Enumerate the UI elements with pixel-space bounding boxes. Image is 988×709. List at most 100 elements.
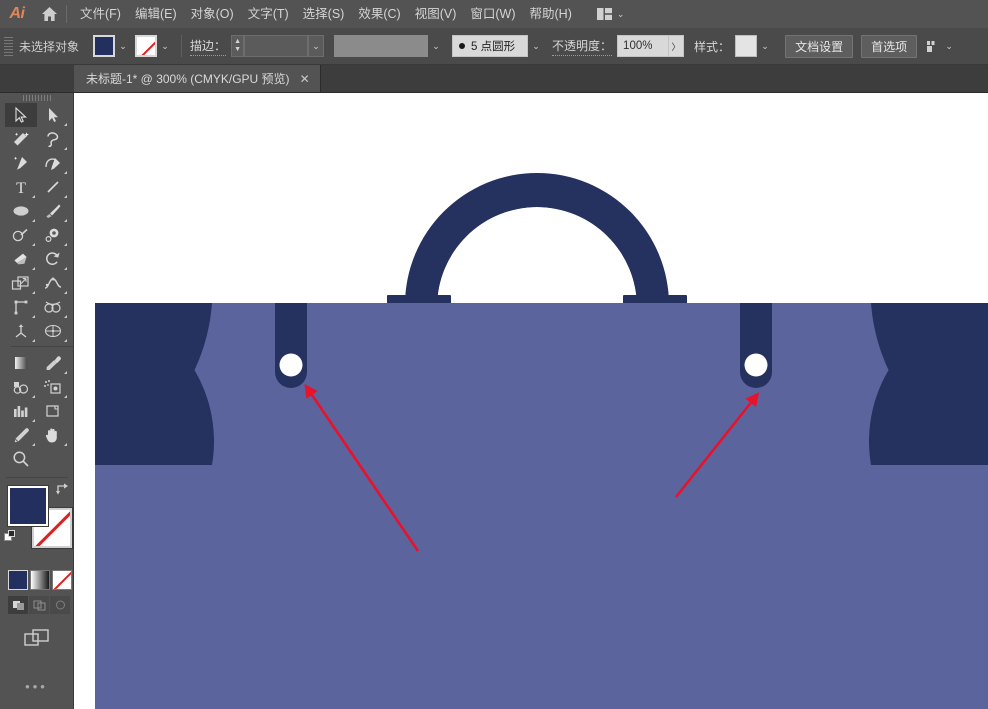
gradient-tool[interactable] — [5, 351, 37, 375]
slice-tool[interactable] — [5, 423, 37, 447]
tool-group-corner-icon — [64, 123, 67, 126]
menu-edit[interactable]: 编辑(E) — [128, 2, 184, 26]
none-mode-button[interactable] — [52, 570, 72, 590]
scale-tool[interactable] — [5, 271, 37, 295]
brush-chevron-down-icon[interactable]: ⌄ — [528, 35, 544, 57]
control-bar-gripper[interactable] — [4, 35, 13, 57]
tools-divider-bottom — [6, 477, 68, 478]
preferences-button[interactable]: 首选项 — [861, 34, 918, 58]
tool-group-corner-icon — [64, 147, 67, 150]
brush-dot-icon — [459, 43, 466, 49]
tool-group-corner-icon — [64, 315, 67, 318]
bag-body — [95, 303, 988, 709]
chevron-down-icon: ⌄ — [616, 8, 625, 19]
mesh-tool[interactable] — [37, 319, 69, 343]
gradient-mode-button[interactable] — [30, 570, 50, 590]
menu-effect[interactable]: 效果(C) — [351, 2, 407, 26]
tool-group-corner-icon — [64, 243, 67, 246]
menu-view[interactable]: 视图(V) — [408, 2, 464, 26]
stroke-chevron-down-icon[interactable]: ⌄ — [157, 35, 173, 57]
swap-fill-stroke-icon[interactable] — [55, 482, 70, 498]
tool-group-corner-icon — [64, 195, 67, 198]
opacity-options-button[interactable]: 〉 — [669, 35, 685, 57]
width-tool[interactable] — [37, 271, 69, 295]
draw-behind-button[interactable] — [29, 596, 49, 614]
style-chevron-down-icon[interactable]: ⌄ — [757, 35, 773, 57]
change-screen-mode-icon[interactable] — [23, 628, 51, 655]
default-fill-stroke-icon[interactable] — [4, 530, 18, 549]
draw-inside-button[interactable] — [50, 596, 70, 614]
strap-hole-right — [744, 353, 768, 377]
tool-group-corner-icon — [64, 443, 67, 446]
shaper-tool[interactable] — [5, 223, 37, 247]
stroke-swatch-group[interactable]: ⌄ — [135, 35, 173, 57]
stroke-swatch-none[interactable] — [135, 35, 158, 57]
ellipse-tool[interactable] — [5, 199, 37, 223]
symbol-sprayer-tool[interactable] — [37, 375, 69, 399]
free-transform-tool[interactable] — [5, 295, 37, 319]
stroke-profile-dropdown[interactable] — [334, 35, 429, 57]
menu-help[interactable]: 帮助(H) — [523, 2, 579, 26]
brush-definition-dropdown[interactable]: 5 点圆形 — [452, 35, 529, 57]
drawing-mode-row — [0, 596, 73, 614]
tool-group-corner-icon — [64, 395, 67, 398]
tool-group-corner-icon — [32, 219, 35, 222]
close-icon[interactable]: ✕ — [300, 73, 310, 85]
draw-normal-button[interactable] — [8, 596, 28, 614]
hand-tool[interactable] — [37, 423, 69, 447]
eyedropper-tool[interactable] — [37, 351, 69, 375]
align-to-key-object-icon[interactable] — [927, 40, 941, 53]
home-icon[interactable] — [34, 0, 64, 28]
bag-strap-left — [275, 303, 307, 388]
color-mode-button[interactable] — [8, 570, 28, 590]
document-tab-title: 未标题-1* @ 300% (CMYK/GPU 预览) — [86, 72, 290, 86]
illustrator-window: Ai 文件(F) 编辑(E) 对象(O) 文字(T) 选择(S) 效果(C) 视… — [0, 0, 988, 709]
line-segment-tool[interactable] — [37, 175, 69, 199]
blend-tool[interactable] — [5, 375, 37, 399]
tool-group-corner-icon — [32, 443, 35, 446]
stroke-weight-stepper[interactable]: ▲ ▼ — [231, 35, 245, 57]
blob-brush-tool[interactable] — [37, 223, 69, 247]
menu-select[interactable]: 选择(S) — [296, 2, 352, 26]
fill-chevron-down-icon[interactable]: ⌄ — [115, 35, 131, 57]
fill-swatch[interactable] — [93, 35, 116, 57]
paintbrush-tool[interactable] — [37, 199, 69, 223]
magic-wand-tool[interactable] — [5, 127, 37, 151]
app-logo-icon: Ai — [9, 5, 26, 22]
lasso-tool[interactable] — [37, 127, 69, 151]
type-tool[interactable]: T — [5, 175, 37, 199]
stroke-weight-input[interactable] — [244, 35, 309, 57]
graphic-style-swatch[interactable] — [735, 35, 758, 57]
fill-swatch-group[interactable]: ⌄ — [93, 35, 131, 57]
tool-group-corner-icon — [32, 315, 35, 318]
column-graph-tool[interactable] — [5, 399, 37, 423]
zoom-tool[interactable] — [5, 447, 37, 471]
tools-panel-gripper[interactable] — [0, 93, 73, 103]
shape-builder-tool[interactable] — [37, 295, 69, 319]
stroke-profile-chevron-down-icon[interactable]: ⌄ — [428, 35, 444, 57]
rotate-tool[interactable] — [37, 247, 69, 271]
curvature-tool[interactable] — [37, 151, 69, 175]
document-tab[interactable]: 未标题-1* @ 300% (CMYK/GPU 预览) ✕ — [74, 65, 321, 92]
more-tools-button[interactable]: ••• — [0, 679, 73, 694]
document-tab-bar: 未标题-1* @ 300% (CMYK/GPU 预览) ✕ — [0, 65, 988, 93]
menu-file[interactable]: 文件(F) — [73, 2, 128, 26]
tool-group-corner-icon — [64, 371, 67, 374]
stroke-weight-chevron-down-icon[interactable]: ⌄ — [308, 35, 325, 57]
artboard-canvas[interactable] — [74, 93, 988, 709]
arrange-documents-button[interactable]: ⌄ — [593, 6, 629, 22]
toolbar-fill-swatch[interactable] — [7, 485, 49, 527]
menu-divider — [66, 5, 67, 23]
menu-object[interactable]: 对象(O) — [184, 2, 241, 26]
menu-type[interactable]: 文字(T) — [241, 2, 296, 26]
opacity-input[interactable]: 100% — [617, 35, 670, 57]
document-setup-button[interactable]: 文档设置 — [785, 34, 854, 58]
align-chevron-down-icon[interactable]: ⌄ — [941, 35, 957, 57]
pen-tool[interactable] — [5, 151, 37, 175]
eraser-tool[interactable] — [5, 247, 37, 271]
artboard-tool[interactable] — [37, 399, 69, 423]
menu-window[interactable]: 窗口(W) — [463, 2, 522, 26]
perspective-grid-tool[interactable] — [5, 319, 37, 343]
selection-tool[interactable] — [5, 103, 37, 127]
direct-selection-tool[interactable] — [37, 103, 69, 127]
